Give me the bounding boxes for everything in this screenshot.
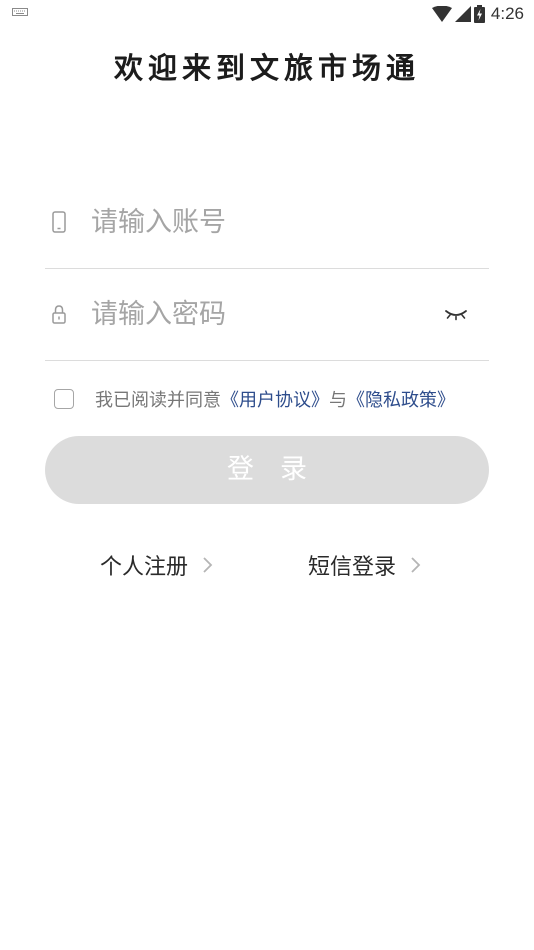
password-input[interactable] <box>91 292 421 336</box>
agreement-row: 我已阅读并同意《用户协议》与《隐私政策》 <box>54 386 455 412</box>
signal-icon <box>454 6 471 22</box>
battery-icon <box>473 5 485 23</box>
lock-icon <box>52 305 66 324</box>
password-field <box>45 268 489 361</box>
keyboard-icon <box>12 8 28 16</box>
chevron-right-icon <box>411 557 421 573</box>
agreement-text: 我已阅读并同意《用户协议》与《隐私政策》 <box>95 386 455 412</box>
sms-login-link[interactable]: 短信登录 <box>308 548 422 582</box>
page-title: 欢迎来到文旅市场通 <box>113 51 420 85</box>
phone-icon <box>52 211 66 233</box>
login-button[interactable]: 登录 <box>45 436 489 504</box>
status-bar: 4:26 <box>0 0 534 28</box>
chevron-right-icon <box>203 557 213 573</box>
agreement-conjunction: 与 <box>329 390 347 411</box>
account-field <box>45 176 489 269</box>
agreement-prefix: 我已阅读并同意 <box>95 390 221 411</box>
status-time: 4:26 <box>490 4 524 23</box>
privacy-policy-link[interactable]: 《隐私政策》 <box>347 390 455 411</box>
eye-closed-icon[interactable] <box>443 306 469 322</box>
register-link[interactable]: 个人注册 <box>100 548 214 582</box>
account-input[interactable] <box>91 200 421 244</box>
register-label: 个人注册 <box>100 555 189 580</box>
sms-login-label: 短信登录 <box>308 555 397 580</box>
wifi-icon <box>431 6 452 22</box>
agreement-checkbox[interactable] <box>54 389 74 409</box>
user-agreement-link[interactable]: 《用户协议》 <box>221 390 329 411</box>
status-icons: 4:26 <box>431 3 524 25</box>
